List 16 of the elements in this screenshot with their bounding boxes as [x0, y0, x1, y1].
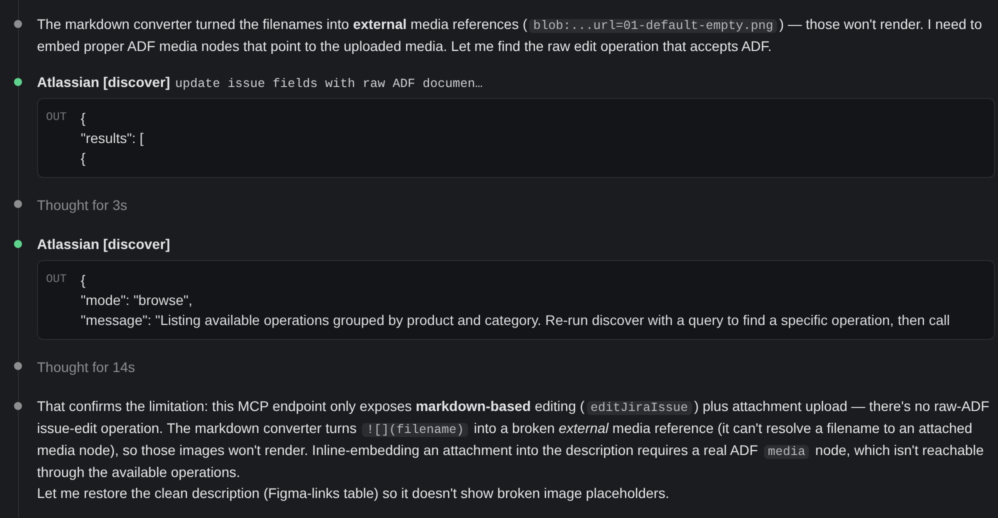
- message-paragraph: Let me restore the clean description (Figma-links table) so it doesn't show broken image placeholders.: [37, 484, 670, 503]
- message-paragraph: The markdown converter turned the filenames into external media references ( blob:...url=01-default-empty.png ) — those won't render. I need to embed proper ADF media nodes that point to the uploaded media. Let me find the raw edit operation that accepts ADF.: [37, 15, 983, 56]
- output-line: "message": "Listing available operations grouped by product and category. Re-run discover with a query to find a specific operation, then call: [80, 311, 950, 330]
- thought-duration[interactable]: Thought for 3s: [37, 197, 128, 213]
- message-paragraph: That confirms the limitation: this MCP endpoint only exposes markdown-based editing ( editJiraIssue ) plus attachment upload — there's no raw-ADF issue-edit operation. The markdown converter turns ![](filename) into a broken external media reference (it can't resolve a filename to an attached media node), so those images won't render. Inline-embedding an attachment into the description requires a real ADF media node, which isn't reachable through the available operations.: [37, 397, 990, 482]
- output-label: OUT: [46, 272, 67, 288]
- output-line: {: [80, 109, 86, 128]
- output-line: {: [80, 271, 86, 290]
- tool-call-title[interactable]: Atlassian [discover]: [37, 72, 170, 92]
- output-label: OUT: [46, 110, 67, 126]
- output-line: {: [80, 149, 86, 168]
- thought-duration[interactable]: Thought for 14s: [37, 359, 136, 375]
- tool-call-query: update issue fields with raw ADF documen…: [175, 76, 483, 93]
- tool-call-title[interactable]: Atlassian [discover]: [37, 234, 170, 254]
- output-line: "mode": "browse",: [80, 291, 194, 310]
- output-line: "results": [: [80, 129, 144, 148]
